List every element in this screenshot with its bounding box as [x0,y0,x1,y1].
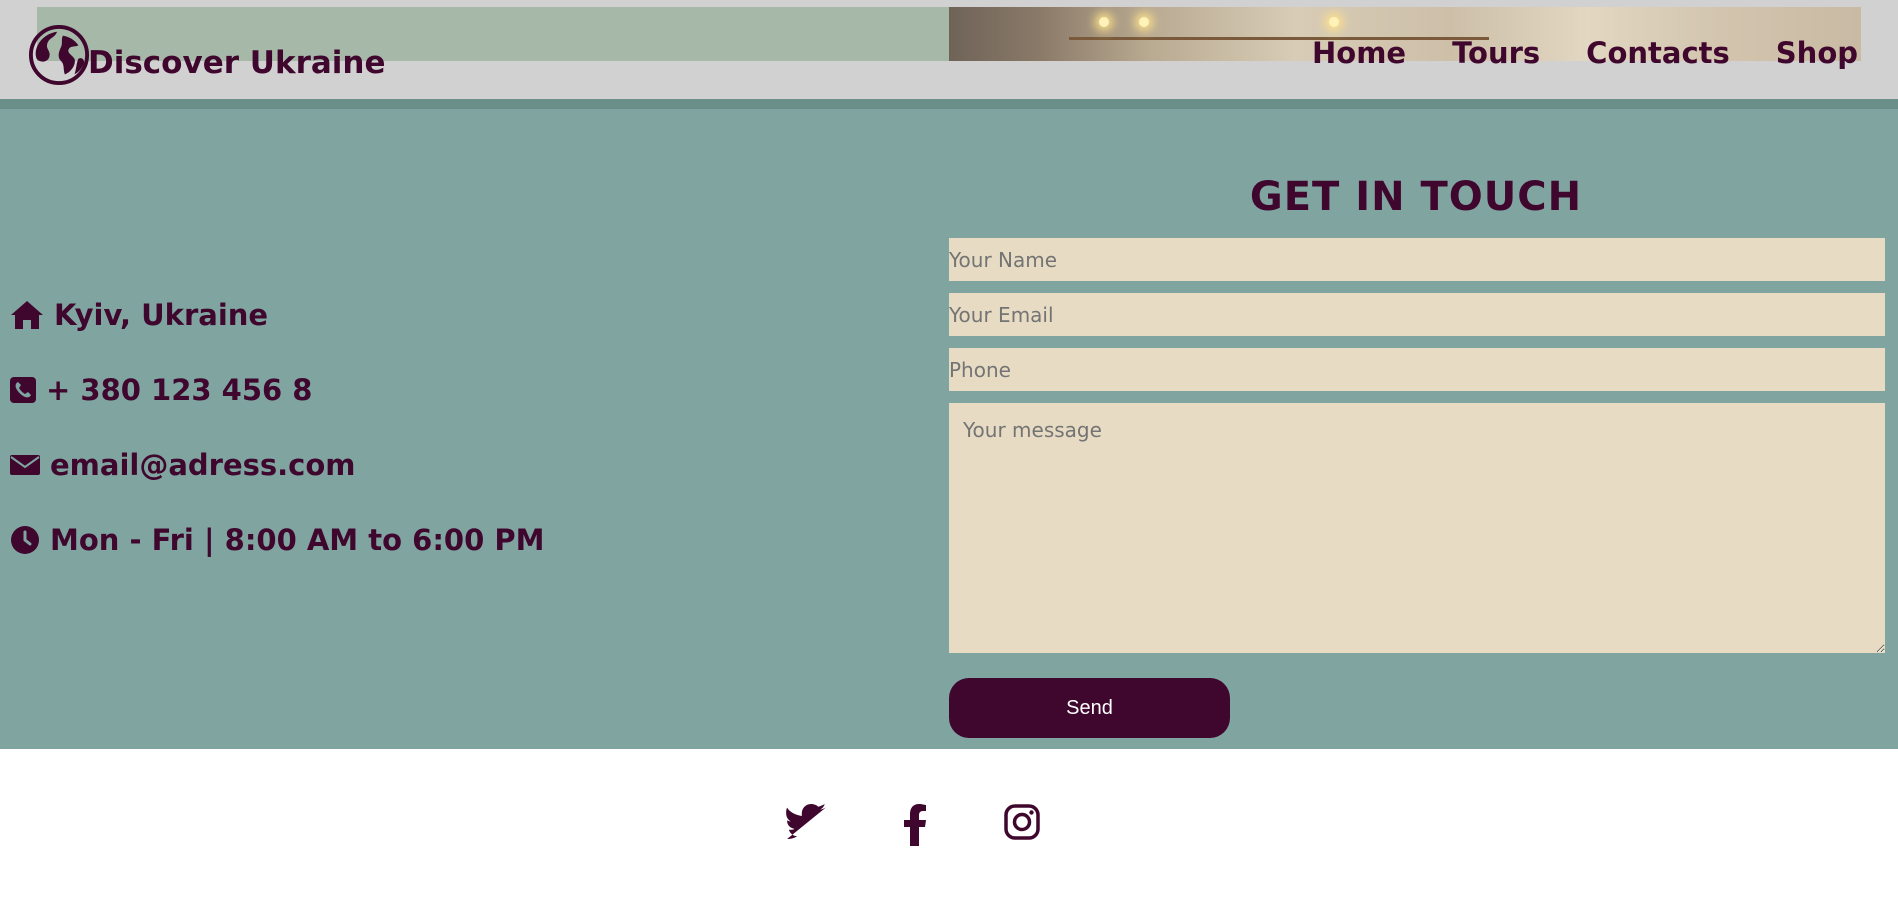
email-row: email@adress.com [10,427,545,502]
social-links [0,804,1898,848]
send-button[interactable]: Send [949,678,1230,738]
instagram-icon[interactable] [1004,804,1040,840]
clock-icon [11,525,39,554]
header-divider [0,99,1898,109]
nav-shop[interactable]: Shop [1776,36,1858,70]
form-title: GET IN TOUCH [1249,174,1583,220]
nav-contacts[interactable]: Contacts [1586,36,1730,70]
message-field[interactable] [949,403,1885,653]
email-text: email@adress.com [50,447,356,482]
location-text: Kyiv, Ukraine [54,297,269,332]
location-row: Kyiv, Ukraine [10,277,545,352]
main-nav: Home Tours Contacts Shop [1312,36,1858,70]
contact-section: Kyiv, Ukraine + 380 123 456 8 email@adre… [0,109,1898,749]
email-field[interactable] [949,293,1885,336]
logo[interactable]: Discover Ukraine [28,24,386,86]
contact-info: Kyiv, Ukraine + 380 123 456 8 email@adre… [10,277,545,577]
phone-row: + 380 123 456 8 [10,352,545,427]
hours-text: Mon - Fri | 8:00 AM to 6:00 PM [50,522,545,557]
nav-tours[interactable]: Tours [1452,36,1540,70]
nav-home[interactable]: Home [1312,36,1406,70]
brand-name: Discover Ukraine [88,45,386,81]
twitter-icon[interactable] [786,804,828,840]
phone-text: + 380 123 456 8 [46,372,313,407]
phone-icon [10,376,36,403]
phone-field[interactable] [949,348,1885,391]
envelope-icon [10,454,40,475]
facebook-icon[interactable] [903,804,927,846]
globe-icon [28,24,90,86]
hours-row: Mon - Fri | 8:00 AM to 6:00 PM [10,502,545,577]
site-header: Discover Ukraine Home Tours Contacts Sho… [0,0,1898,99]
home-icon [11,300,43,329]
name-field[interactable] [949,238,1885,281]
